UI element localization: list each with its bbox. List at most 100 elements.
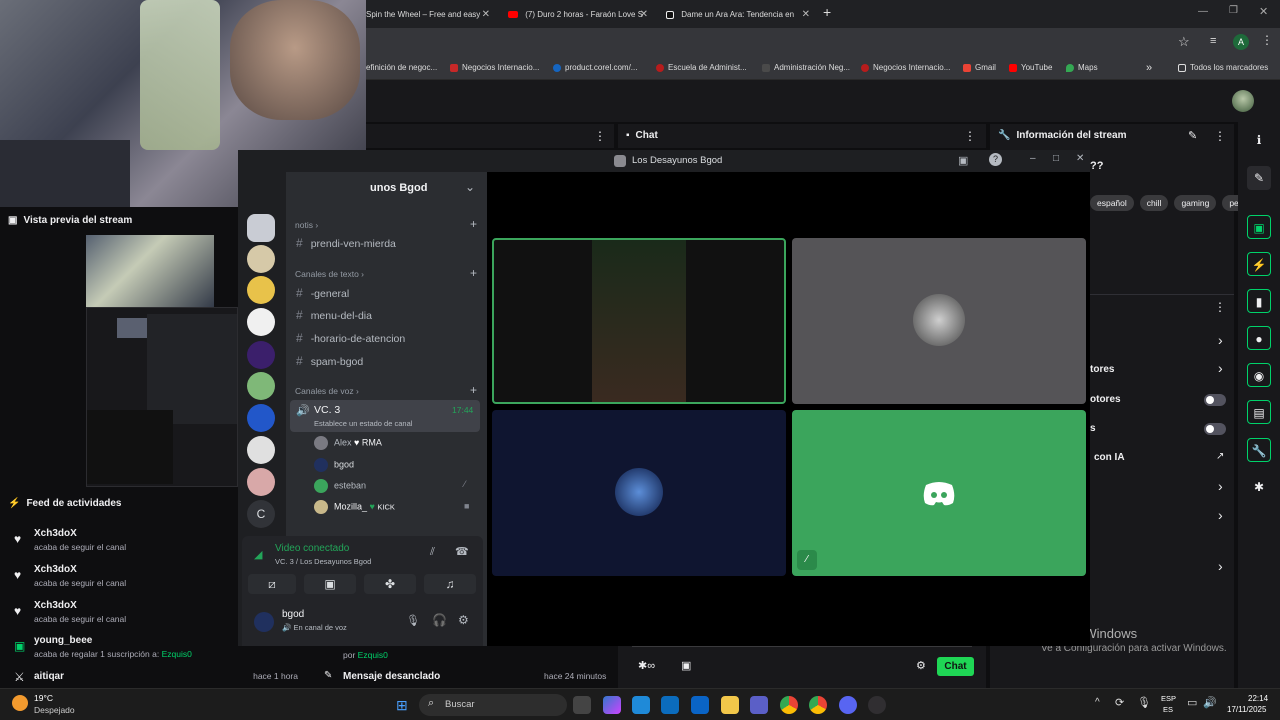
discord-icon[interactable]	[839, 696, 857, 714]
bookmark-item[interactable]: YouTube	[1009, 56, 1052, 80]
server-icon[interactable]	[247, 341, 275, 369]
voice-location[interactable]: VC. 3 / Los Desayunos Bgod	[275, 557, 371, 566]
chevron-right-icon[interactable]: ›	[1218, 332, 1223, 348]
lang-top[interactable]: ESP	[1161, 694, 1176, 703]
preview-thumbnail[interactable]	[86, 235, 214, 307]
copilot-icon[interactable]	[603, 696, 621, 714]
broadcast-icon[interactable]: ◉	[1247, 363, 1271, 387]
chrome-profile-icon[interactable]	[809, 696, 827, 714]
network-icon[interactable]: ▭	[1187, 696, 1197, 709]
minimize-button[interactable]: —	[1198, 6, 1208, 17]
edit-icon[interactable]: ✎	[1247, 166, 1271, 190]
tag-chip[interactable]: chill	[1139, 195, 1169, 211]
disconnect-icon[interactable]: ☎	[455, 545, 469, 558]
headphones-icon[interactable]: 🎧	[432, 613, 447, 627]
external-link-icon[interactable]: ↗	[1216, 451, 1224, 462]
toggle-switch[interactable]	[1204, 394, 1226, 406]
signal-icon[interactable]: ◢	[254, 548, 262, 561]
bookmark-item[interactable]: Maps	[1066, 56, 1098, 80]
weather-icon[interactable]	[12, 695, 28, 711]
server-icon[interactable]	[247, 404, 275, 432]
new-tab-button[interactable]: +	[823, 4, 831, 20]
clock-date[interactable]: 17/11/2025	[1227, 705, 1266, 714]
all-bookmarks-button[interactable]: Todos los marcadores	[1178, 56, 1268, 80]
screen-share-button[interactable]: ▣	[304, 574, 356, 594]
ad-icon[interactable]: ⚡	[1247, 252, 1271, 276]
settings-icon[interactable]: ⚙	[458, 613, 469, 627]
channel-item[interactable]: # -horario-de-atencion	[296, 331, 405, 345]
clock-time[interactable]: 22:14	[1248, 694, 1268, 703]
server-icon-letter[interactable]: C	[247, 500, 275, 528]
bookmark-item[interactable]: efinición de negoc...	[366, 56, 437, 80]
chevron-right-icon[interactable]: ›	[1218, 478, 1223, 494]
video-tile-speaking[interactable]	[492, 238, 786, 404]
bookmark-item[interactable]: Administración Neg...	[762, 56, 850, 80]
server-icon[interactable]	[247, 214, 275, 242]
microphone-icon[interactable]: 🎙	[406, 614, 420, 627]
voice-channel-active[interactable]: 🔊 VC. 3 17:44 Establece un estado de can…	[290, 400, 480, 432]
star-icon[interactable]: ☆	[1178, 34, 1190, 50]
more-bookmarks-icon[interactable]: »	[1146, 56, 1152, 80]
chat-icon[interactable]: ●	[1247, 326, 1271, 350]
category-notis[interactable]: notis ›	[295, 220, 318, 230]
close-icon[interactable]: ✕	[802, 4, 810, 26]
points-icon[interactable]: ✱∞	[638, 659, 655, 672]
microphone-icon[interactable]: 🎙	[1137, 696, 1151, 709]
task-view-icon[interactable]	[573, 696, 591, 714]
video-tile[interactable]	[492, 410, 786, 576]
video-tile[interactable]: ⁄	[792, 410, 1086, 576]
more-options-icon[interactable]: ⋮	[1214, 300, 1226, 314]
close-window-button[interactable]: ✕	[1259, 5, 1268, 18]
activity-item[interactable]: ▣ young_beee acaba de regalar 1 suscripc…	[0, 635, 236, 671]
close-icon[interactable]: ✕	[482, 4, 490, 26]
tools-icon[interactable]: 🔧	[1247, 438, 1271, 462]
marker-icon[interactable]: ▮	[1247, 289, 1271, 313]
close-window-button[interactable]: ✕	[1076, 153, 1084, 164]
channel-item[interactable]: # spam-bgod	[296, 354, 363, 368]
channel-item[interactable]: # -general	[296, 286, 349, 300]
voice-status-text[interactable]: Video conectado	[275, 543, 349, 554]
file-explorer-icon[interactable]	[721, 696, 739, 714]
add-channel-icon[interactable]: +	[470, 383, 477, 397]
video-tile[interactable]	[792, 238, 1086, 404]
volume-icon[interactable]: 🔊	[1203, 696, 1217, 709]
tray-chevron-icon[interactable]: ^	[1095, 697, 1100, 708]
voice-member[interactable]: Alex ♥ RMA	[314, 436, 382, 450]
chrome-icon[interactable]	[780, 696, 798, 714]
server-icon[interactable]	[247, 372, 275, 400]
edit-icon[interactable]: ✎	[1188, 129, 1197, 142]
reading-list-icon[interactable]: ≡	[1210, 35, 1216, 47]
category-voice[interactable]: Canales de voz ›	[295, 386, 359, 396]
info-icon[interactable]: ℹ	[1247, 128, 1271, 152]
tab-youtube-duro[interactable]: (7) Duro 2 horas - Faraón Love S ✕	[508, 4, 654, 26]
teams-icon[interactable]	[750, 696, 768, 714]
layout-icon[interactable]: ▤	[1247, 400, 1271, 424]
activity-item[interactable]: ⚔ aitiqar hace 1 hora	[0, 670, 298, 688]
help-icon[interactable]: ?	[989, 153, 1002, 166]
server-icon[interactable]	[247, 436, 275, 464]
clip-icon[interactable]: ▣	[1247, 215, 1271, 239]
tab-spin-wheel[interactable]: Spin the Wheel – Free and easy ✕	[366, 4, 496, 26]
tag-chip[interactable]: español	[1090, 195, 1134, 211]
camera-off-button[interactable]: ⧄	[248, 574, 296, 594]
more-options-icon[interactable]: ⋮	[594, 129, 606, 143]
inbox-icon[interactable]: ▣	[958, 154, 968, 167]
add-channel-icon[interactable]: +	[470, 266, 477, 280]
channel-item[interactable]: # menu-del-dia	[296, 308, 372, 322]
weather-desc[interactable]: Despejado	[34, 705, 75, 715]
activities-button[interactable]: ✤	[364, 574, 416, 594]
bookmark-item[interactable]: Escuela de Administ...	[656, 56, 747, 80]
chevron-down-icon[interactable]: ⌄	[465, 180, 475, 194]
chat-send-button[interactable]: Chat	[937, 657, 974, 676]
maximize-button[interactable]: ❐	[1229, 5, 1238, 16]
noise-suppression-icon[interactable]: ⫽	[430, 546, 435, 559]
add-channel-icon[interactable]: +	[470, 217, 477, 231]
chevron-right-icon[interactable]: ›	[1218, 507, 1223, 523]
activity-item[interactable]: ♥ Xch3doX acaba de seguir el canal	[0, 600, 236, 636]
weather-temp[interactable]: 19°C	[34, 693, 53, 703]
tab-tiktok[interactable]: Dame un Ara Ara: Tendencia en ✕	[666, 4, 816, 26]
menu-icon[interactable]: ⋮	[1261, 33, 1273, 47]
minimize-button[interactable]: –	[1030, 153, 1036, 164]
voice-status[interactable]: Establece un estado de canal	[314, 419, 412, 428]
user-avatar[interactable]	[1232, 90, 1254, 112]
